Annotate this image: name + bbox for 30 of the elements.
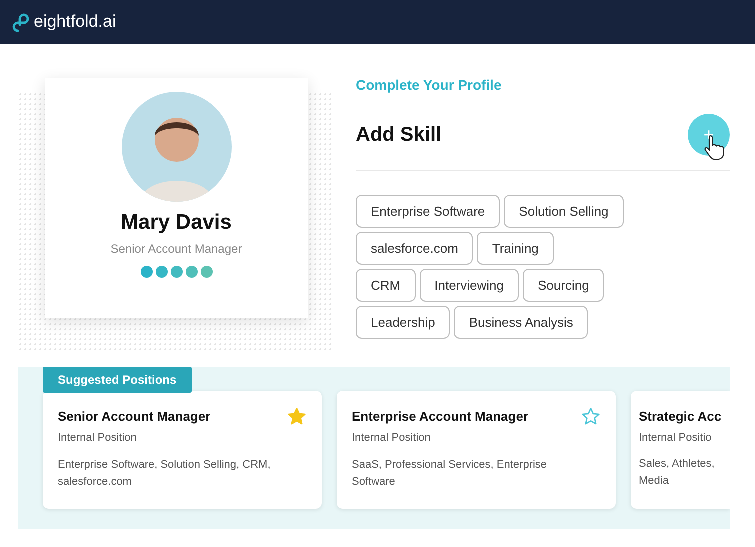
position-type: Internal Positio <box>639 430 713 446</box>
position-card[interactable]: Enterprise Account Manager Internal Position SaaS, Professional Services, Enterprise Software <box>337 391 616 509</box>
skill-tag[interactable]: Sourcing <box>522 269 604 302</box>
position-title: Senior Account Manager <box>58 408 211 426</box>
position-card[interactable]: Senior Account Manager Internal Position Enterprise Software, Solution Selling, CRM, salesforce.com <box>43 391 322 509</box>
section-label: Complete Your Profile <box>356 78 503 92</box>
position-title: Strategic Acc <box>639 408 722 426</box>
position-skills: SaaS, Professional Services, Enterprise Software <box>352 458 548 490</box>
profile-title: Senior Account Manager <box>110 241 242 258</box>
skill-tag[interactable]: Business Analysis <box>454 306 588 339</box>
logo-icon <box>12 12 30 32</box>
filled-star-icon[interactable] <box>287 407 307 427</box>
position-skills: Enterprise Software, Solution Selling, CRM, salesforce.com <box>58 458 272 490</box>
position-type: Internal Position <box>58 431 138 446</box>
skill-tag[interactable]: CRM <box>356 269 416 302</box>
skill-tag[interactable]: salesforce.com <box>356 232 474 265</box>
position-skills: Sales, Athletes, Media <box>639 457 716 489</box>
logo-text: eightfold.ai <box>34 11 116 34</box>
profile-name: Mary Davis <box>121 212 232 233</box>
suggested-positions-badge: Suggested Positions <box>43 367 192 393</box>
skill-tag[interactable]: Solution Selling <box>504 195 624 228</box>
skill-tag[interactable]: Enterprise Software <box>356 195 500 228</box>
position-card[interactable]: Strategic Acc Internal Positio Sales, Athletes, Media <box>631 391 730 509</box>
star-outline-icon[interactable] <box>581 407 601 427</box>
skill-tag[interactable]: Leadership <box>356 306 450 339</box>
position-type: Internal Position <box>352 431 432 446</box>
skill-tag[interactable]: Training <box>477 232 554 265</box>
add-skill-heading: Add Skill <box>356 123 442 148</box>
position-title: Enterprise Account Manager <box>352 408 529 426</box>
skill-tag[interactable]: Interviewing <box>420 269 519 302</box>
